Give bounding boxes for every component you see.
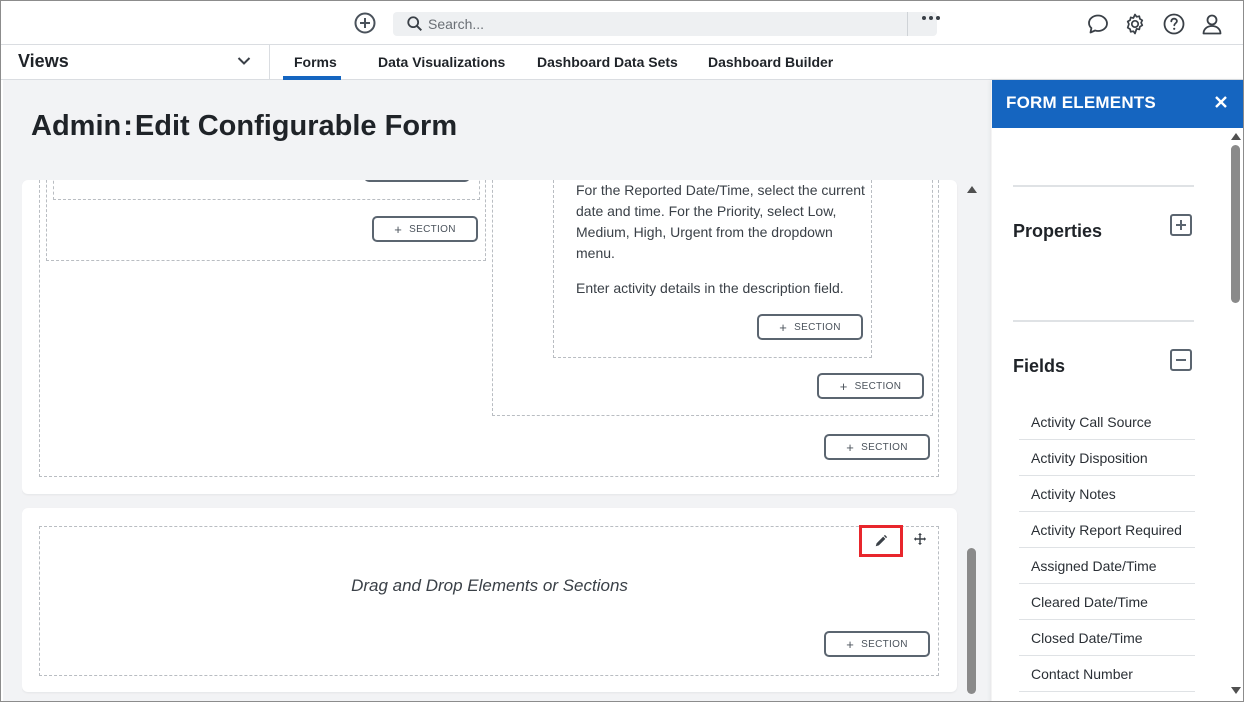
top-bar bbox=[1, 1, 1243, 45]
add-section-label: SECTION bbox=[794, 321, 841, 333]
tab-forms[interactable]: Forms bbox=[294, 54, 337, 70]
field-item[interactable]: Activity Notes bbox=[1019, 476, 1195, 512]
scroll-thumb[interactable] bbox=[967, 548, 976, 694]
page-title-prefix: Admin bbox=[31, 110, 122, 142]
field-item[interactable]: Activity Report Required bbox=[1019, 512, 1195, 548]
views-label: Views bbox=[18, 51, 69, 71]
user-icon[interactable] bbox=[1200, 12, 1224, 36]
app-window: Views Forms Data Visualizations Dashboar… bbox=[0, 0, 1244, 702]
search-options-button[interactable] bbox=[907, 12, 940, 36]
fields-list: Activity Call Source Activity Dispositio… bbox=[1019, 404, 1195, 692]
plus-icon: + bbox=[839, 378, 848, 394]
add-section-button[interactable]: + SECTION bbox=[757, 314, 863, 340]
nav-row: Views Forms Data Visualizations Dashboar… bbox=[1, 45, 1243, 80]
expand-properties-icon[interactable] bbox=[1170, 214, 1192, 236]
field-item[interactable]: Closed Date/Time bbox=[1019, 620, 1195, 656]
panel-divider bbox=[1013, 320, 1194, 322]
search-icon bbox=[407, 16, 423, 32]
add-section-label: SECTION bbox=[861, 638, 908, 650]
scroll-up-arrow[interactable] bbox=[967, 186, 977, 193]
form-section-card: Drag and Drop Elements or Sections + SECT… bbox=[22, 508, 957, 692]
collapse-fields-icon[interactable] bbox=[1170, 349, 1192, 371]
plus-icon: + bbox=[846, 636, 855, 652]
scroll-down-arrow[interactable] bbox=[1231, 687, 1241, 694]
views-dropdown[interactable]: Views bbox=[1, 45, 270, 80]
tab-dashboard-data-sets[interactable]: Dashboard Data Sets bbox=[537, 54, 678, 70]
add-circle-icon[interactable] bbox=[353, 11, 377, 35]
more-horizontal-icon bbox=[922, 16, 940, 20]
plus-icon: + bbox=[779, 319, 788, 335]
fields-heading: Fields bbox=[1013, 356, 1066, 376]
add-section-label: SECTION bbox=[861, 441, 908, 453]
chevron-down-icon bbox=[237, 57, 251, 65]
add-section-button[interactable]: + SECTION bbox=[824, 434, 930, 460]
panel-scrollbar[interactable] bbox=[1229, 128, 1243, 701]
tab-dashboard-builder[interactable]: Dashboard Builder bbox=[708, 54, 833, 70]
section-dropzone bbox=[39, 526, 939, 676]
nested-section-left-inner bbox=[53, 180, 480, 200]
drag-drop-hint: Drag and Drop Elements or Sections bbox=[351, 576, 628, 595]
page-title-separator: : bbox=[123, 110, 133, 142]
form-section-card: + SECTION For the Reported Date/Time, sel… bbox=[22, 180, 957, 494]
move-icon[interactable] bbox=[913, 532, 927, 546]
add-section-button[interactable]: + SECTION bbox=[372, 216, 478, 242]
add-section-label: SECTION bbox=[409, 223, 456, 235]
field-item[interactable]: Activity Disposition bbox=[1019, 440, 1195, 476]
description-paragraph-1: For the Reported Date/Time, select the c… bbox=[576, 182, 865, 261]
search-input[interactable] bbox=[428, 12, 898, 36]
panel-title: FORM ELEMENTS bbox=[1006, 93, 1156, 112]
search-bar bbox=[393, 12, 940, 36]
scroll-up-arrow[interactable] bbox=[1231, 133, 1241, 140]
properties-heading: Properties bbox=[1013, 221, 1103, 241]
description-paragraph-2: Enter activity details in the descriptio… bbox=[576, 280, 844, 296]
field-item[interactable]: Contact Number bbox=[1019, 656, 1195, 692]
field-item[interactable]: Assigned Date/Time bbox=[1019, 548, 1195, 584]
description-text-block: For the Reported Date/Time, select the c… bbox=[576, 180, 866, 313]
plus-icon: + bbox=[394, 221, 403, 237]
page-title-main: Edit Configurable Form bbox=[134, 110, 458, 142]
edit-section-button[interactable] bbox=[859, 525, 903, 557]
canvas-scrollbar[interactable] bbox=[965, 180, 979, 701]
field-item[interactable]: Cleared Date/Time bbox=[1019, 584, 1195, 620]
gear-icon[interactable] bbox=[1123, 12, 1147, 36]
main-area: Admin:Edit Configurable Form + SECTION Fo… bbox=[3, 80, 991, 701]
field-item[interactable]: Activity Call Source bbox=[1019, 404, 1195, 440]
chat-icon[interactable] bbox=[1086, 12, 1110, 36]
pencil-icon bbox=[875, 534, 888, 547]
panel-header: FORM ELEMENTS bbox=[992, 80, 1243, 128]
close-icon[interactable] bbox=[1213, 94, 1229, 110]
page-title: Admin:Edit Configurable Form bbox=[31, 110, 457, 143]
scroll-thumb[interactable] bbox=[1231, 145, 1240, 303]
plus-icon: + bbox=[846, 439, 855, 455]
add-section-button[interactable]: + SECTION bbox=[817, 373, 924, 399]
tab-data-visualizations[interactable]: Data Visualizations bbox=[378, 54, 505, 70]
add-section-label: SECTION bbox=[854, 380, 902, 392]
form-elements-panel: FORM ELEMENTS Properties Fields Activity… bbox=[992, 80, 1243, 701]
add-section-button[interactable]: + SECTION bbox=[824, 631, 930, 657]
add-section-button-partial[interactable] bbox=[364, 180, 470, 182]
form-canvas: + SECTION For the Reported Date/Time, sel… bbox=[22, 180, 961, 701]
help-icon[interactable] bbox=[1162, 12, 1186, 36]
panel-divider bbox=[1013, 185, 1194, 187]
